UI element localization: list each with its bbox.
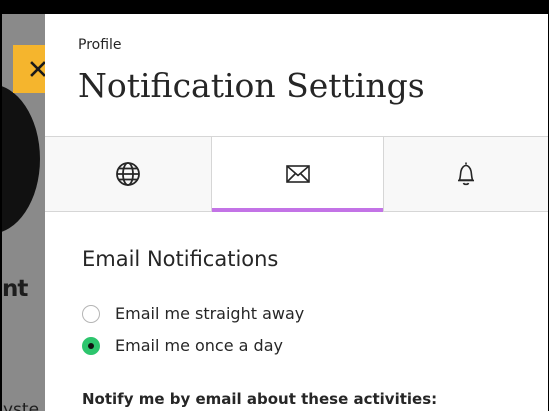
tab-bar [45,136,548,212]
radio-label: Email me straight away [115,304,305,323]
notification-settings-panel: Profile Notification Settings Email Noti… [45,14,548,411]
tab-general[interactable] [45,137,212,211]
tab-push[interactable] [384,137,548,211]
globe-icon [116,162,140,186]
section-title: Email Notifications [82,247,279,271]
breadcrumb[interactable]: Profile [78,37,122,53]
envelope-icon [285,165,310,183]
radio-option-straight-away[interactable]: Email me straight away [82,304,304,323]
background-heading-fragment: nt [2,276,28,302]
tab-email[interactable] [212,137,384,212]
notify-activities-label: Notify me by email about these activitie… [82,390,438,408]
radio-button-unchecked[interactable] [82,304,100,323]
page-title: Notification Settings [78,66,425,105]
bell-icon [458,162,474,186]
radio-button-checked[interactable] [82,336,100,355]
radio-label: Email me once a day [115,336,283,355]
background-avatar [2,84,40,234]
radio-option-once-a-day[interactable]: Email me once a day [82,336,283,355]
background-text-fragment: yste [3,400,40,411]
